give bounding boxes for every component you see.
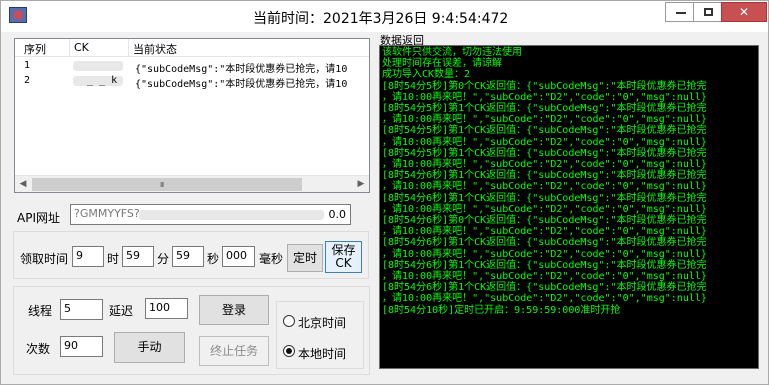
save-ck-label-line2: CK — [335, 256, 352, 270]
close-icon: ✕ — [738, 5, 750, 19]
console-line: [8时54分6秒]第1个CK返回值：{"subCodeMsg":"本时段优惠券已… — [382, 192, 707, 204]
window-title: 当前时间：2021年3月26日 9:4:54:472 — [253, 11, 509, 27]
manual-button[interactable]: 手动 — [114, 332, 185, 363]
console-line: ，请10:00再来吧！","subCode":"D2","code":"0","… — [382, 226, 707, 238]
console-output[interactable]: 该软件只供交流，切勿违法使用 处理时间存在误差，请谅解 成功导入CK数量：2 [8时5… — [379, 45, 759, 369]
scroll-right-icon[interactable]: ▶ — [355, 179, 367, 190]
console-line: ，请10:00再来吧！","subCode":"D2","code":"0","… — [382, 136, 707, 148]
console-line: ，请10:00再来吧！","subCode":"D2","code":"0","… — [382, 248, 707, 260]
console-line: [8时54分6秒]第1个CK返回值：{"subCodeMsg":"本时段优惠券已… — [382, 170, 707, 182]
list-item-index: 1 — [24, 60, 31, 71]
console-line: [8时54分10秒]定时已开启：9:59:59:000准时开抢 — [382, 304, 621, 316]
list-header: 序列 CK 当前状态 — [15, 39, 369, 57]
console-line: [8时54分6秒]第1个CK返回值：{"subCodeMsg":"本时段优惠券已… — [382, 237, 707, 249]
hour-unit-label: 时 — [107, 252, 120, 266]
maximize-button[interactable] — [693, 2, 724, 22]
console-line: ，请10:00再来吧！","subCode":"D2","code":"0","… — [382, 181, 707, 193]
api-url-input[interactable]: ?GMMYYFS? 0.0 — [70, 204, 351, 225]
column-header-status[interactable]: 当前状态 — [133, 41, 177, 57]
column-header-index[interactable]: 序列 — [24, 41, 46, 57]
local-time-radio[interactable] — [283, 345, 295, 357]
ck-list[interactable]: 序列 CK 当前状态 1 {"subCodeMsg":"本时段优惠券已抢完，请1… — [14, 38, 370, 193]
second-unit-label: 秒 — [207, 252, 220, 266]
console-line: ，请10:00再来吧！","subCode":"D2","code":"0","… — [382, 91, 707, 103]
app-icon — [9, 7, 27, 23]
list-item[interactable]: 2 _ _ k {"subCodeMsg":"本时段优惠券已抢完，请10 — [15, 74, 369, 90]
count-label: 次数 — [26, 342, 51, 356]
second-input[interactable]: 59 — [172, 246, 204, 267]
scroll-left-icon[interactable]: ◀ — [17, 179, 29, 190]
console-line: [8时54分5秒]第0个CK返回值：{"subCodeMsg":"本时段优惠券已… — [382, 80, 707, 92]
console-line: ，请10:00再来吧！","subCode":"D2","code":"0","… — [382, 203, 707, 215]
api-label: API网址 — [17, 211, 60, 225]
console-line: ，请10:00再来吧！","subCode":"D2","code":"0","… — [382, 159, 707, 171]
api-url-prefix: ?GMMYYFS? — [74, 207, 140, 220]
list-item-status: {"subCodeMsg":"本时段优惠券已抢完，请10 — [135, 79, 348, 90]
redacted-ck — [73, 61, 123, 71]
thread-input[interactable]: 5 — [60, 299, 103, 320]
console-line: 成功导入CK数量：2 — [382, 69, 471, 81]
horizontal-scrollbar[interactable]: ◀ III ▶ — [15, 175, 369, 192]
console-line: [8时54分5秒]第1个CK返回值：{"subCodeMsg":"本时段优惠券已… — [382, 125, 707, 137]
minimize-button[interactable] — [665, 2, 696, 22]
console-line: [8时54分6秒]第0个CK返回值：{"subCodeMsg":"本时段优惠券已… — [382, 215, 707, 227]
console-line: [8时54分5秒]第1个CK返回值：{"subCodeMsg":"本时段优惠券已… — [382, 103, 707, 115]
beijing-time-radio[interactable] — [283, 315, 295, 327]
console-line: 处理时间存在误差，请谅解 — [382, 58, 502, 70]
save-ck-button[interactable]: 保存 CK — [325, 241, 362, 273]
column-header-ck[interactable]: CK — [74, 41, 89, 54]
scrollbar-thumb[interactable]: III — [32, 178, 302, 191]
list-item-ck: _ _ k — [87, 75, 118, 86]
millisecond-input[interactable]: 000 — [222, 246, 255, 267]
millisecond-unit-label: 毫秒 — [259, 252, 284, 266]
api-url-suffix: 0.0 — [328, 208, 347, 221]
maximize-icon — [704, 7, 713, 16]
console-line: ，请10:00再来吧！","subCode":"D2","code":"0","… — [382, 114, 707, 126]
delay-input[interactable]: 100 — [145, 298, 188, 319]
title-bar[interactable]: 当前时间：2021年3月26日 9:4:54:472 ✕ — [1, 1, 768, 32]
console-line: 该软件只供交流，切勿违法使用 — [382, 47, 522, 58]
count-input[interactable]: 90 — [60, 336, 103, 357]
minute-unit-label: 分 — [157, 252, 170, 266]
console-line: [8时54分6秒]第1个CK返回值：{"subCodeMsg":"本时段优惠券已… — [382, 259, 707, 271]
stop-task-button: 终止任务 — [199, 336, 269, 366]
login-button[interactable]: 登录 — [199, 295, 269, 325]
console-line: [8时54分6秒]第1个CK返回值：{"subCodeMsg":"本时段优惠券已… — [382, 282, 707, 294]
console-line: ，请10:00再来吧！","subCode":"D2","code":"0","… — [382, 271, 707, 283]
minute-input[interactable]: 59 — [122, 246, 154, 267]
list-item[interactable]: 1 {"subCodeMsg":"本时段优惠券已抢完，请10 — [15, 59, 369, 75]
list-item-index: 2 — [24, 75, 31, 86]
pickup-time-label: 领取时间 — [20, 252, 69, 266]
local-time-label[interactable]: 本地时间 — [298, 345, 346, 362]
close-button[interactable]: ✕ — [721, 2, 767, 22]
main-window: 当前时间：2021年3月26日 9:4:54:472 ✕ 序列 CK 当前状态 … — [0, 0, 769, 385]
list-item-status: {"subCodeMsg":"本时段优惠券已抢完，请10 — [135, 64, 348, 75]
redacted-url — [139, 210, 324, 220]
minimize-icon — [675, 11, 686, 14]
column-divider[interactable] — [128, 39, 129, 56]
delay-label: 延迟 — [109, 304, 134, 318]
scroll-grip: III — [160, 181, 164, 189]
column-divider[interactable] — [69, 39, 70, 56]
console-line: [8时54分5秒]第1个CK返回值：{"subCodeMsg":"本时段优惠券已… — [382, 147, 707, 159]
console-line: ，请10:00再来吧！","subCode":"D2","code":"0","… — [382, 293, 707, 305]
console-lines: 该软件只供交流，切勿违法使用 处理时间存在误差，请谅解 成功导入CK数量：2 [8时5… — [382, 47, 756, 316]
beijing-time-label[interactable]: 北京时间 — [298, 314, 346, 331]
hour-input[interactable]: 9 — [72, 246, 104, 267]
thread-label: 线程 — [28, 304, 53, 318]
timer-button[interactable]: 定时 — [287, 244, 323, 272]
